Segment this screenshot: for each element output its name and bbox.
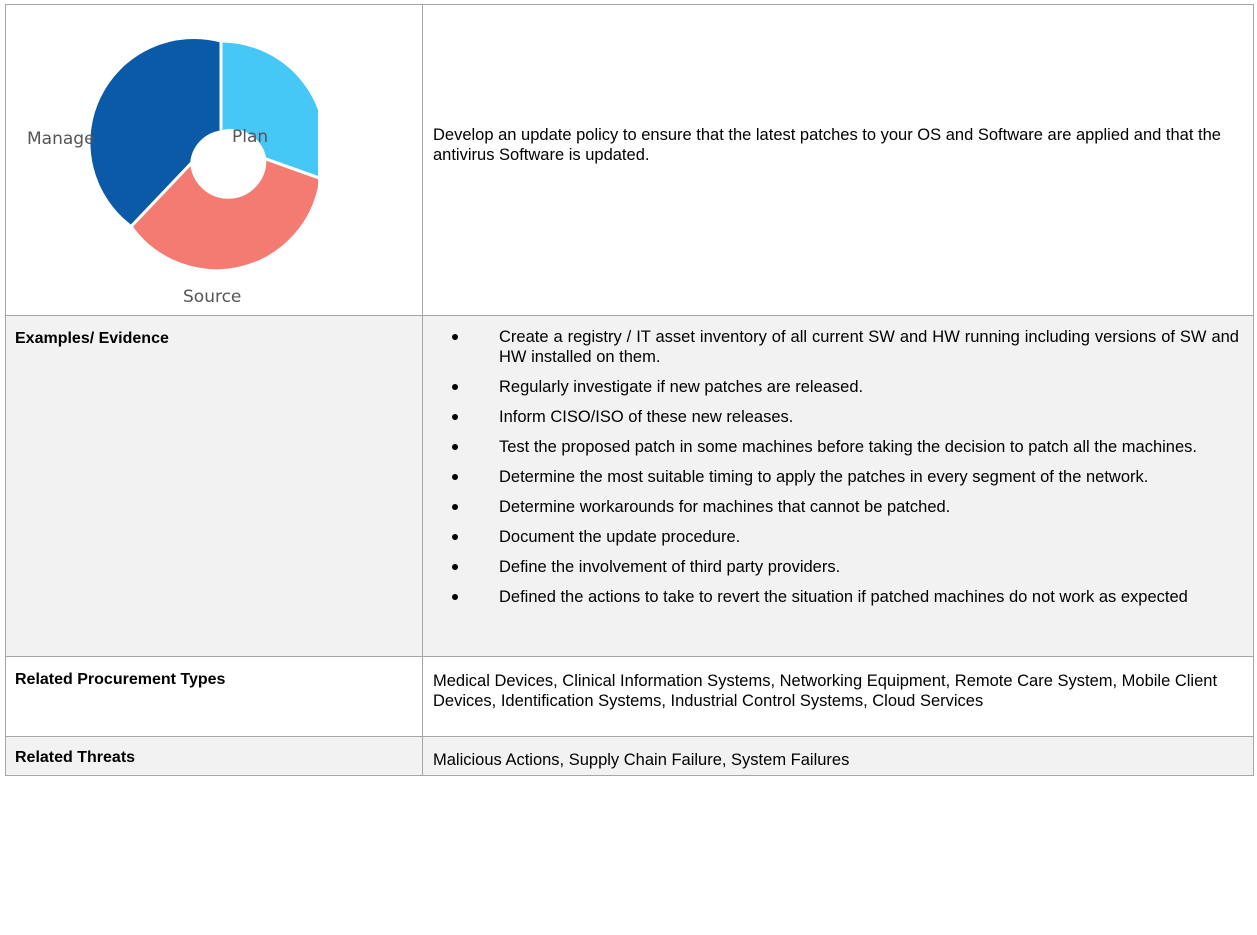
- donut-segment-plan: [219, 39, 318, 180]
- policy-row: Plan Source Manage Develop an update pol…: [5, 4, 1254, 316]
- list-item: Determine workarounds for machines that …: [423, 497, 1239, 517]
- list-item: Document the update procedure.: [423, 527, 1239, 547]
- list-item: Determine the most suitable timing to ap…: [423, 467, 1239, 487]
- policy-description-cell: Develop an update policy to ensure that …: [422, 4, 1254, 316]
- threats-row: Related Threats Malicious Actions, Suppl…: [5, 736, 1254, 776]
- list-item: Define the involvement of third party pr…: [423, 557, 1239, 577]
- list-item: Test the proposed patch in some machines…: [423, 437, 1239, 457]
- donut-label-manage: Manage: [27, 129, 95, 149]
- threats-label-cell: Related Threats: [5, 736, 423, 776]
- threats-value: Malicious Actions, Supply Chain Failure,…: [433, 751, 850, 769]
- donut-chart: [87, 35, 318, 273]
- donut-label-plan: Plan: [232, 127, 269, 147]
- procurement-row: Related Procurement Types Medical Device…: [5, 656, 1254, 737]
- plan-source-manage-donut: Plan Source Manage: [18, 9, 318, 309]
- list-item: Regularly investigate if new patches are…: [423, 377, 1239, 397]
- examples-list-cell: Create a registry / IT asset inventory o…: [422, 315, 1254, 657]
- policy-graphic-cell: Plan Source Manage: [5, 4, 423, 316]
- bullet-icon: [452, 594, 458, 600]
- security-measure-table: Plan Source Manage Develop an update pol…: [5, 4, 1254, 776]
- list-item: Defined the actions to take to revert th…: [423, 587, 1239, 607]
- bullet-icon: [452, 334, 458, 340]
- bullet-icon: [452, 474, 458, 480]
- bullet-icon: [452, 534, 458, 540]
- procurement-label-cell: Related Procurement Types: [5, 656, 423, 737]
- bullet-icon: [452, 504, 458, 510]
- list-item: Create a registry / IT asset inventory o…: [423, 327, 1239, 367]
- bullet-icon: [452, 414, 458, 420]
- threats-value-cell: Malicious Actions, Supply Chain Failure,…: [422, 736, 1254, 776]
- policy-description: Develop an update policy to ensure that …: [433, 126, 1221, 164]
- examples-list: Create a registry / IT asset inventory o…: [423, 316, 1253, 607]
- bullet-icon: [452, 564, 458, 570]
- examples-label: Examples/ Evidence: [15, 330, 169, 347]
- bullet-icon: [452, 444, 458, 450]
- donut-label-source: Source: [183, 287, 242, 307]
- examples-label-cell: Examples/ Evidence: [5, 315, 423, 657]
- list-item: Inform CISO/ISO of these new releases.: [423, 407, 1239, 427]
- procurement-label: Related Procurement Types: [15, 671, 226, 688]
- procurement-value: Medical Devices, Clinical Information Sy…: [433, 672, 1218, 710]
- examples-row: Examples/ Evidence Create a registry / I…: [5, 315, 1254, 657]
- bullet-icon: [452, 384, 458, 390]
- procurement-value-cell: Medical Devices, Clinical Information Sy…: [422, 656, 1254, 737]
- threats-label: Related Threats: [15, 749, 136, 766]
